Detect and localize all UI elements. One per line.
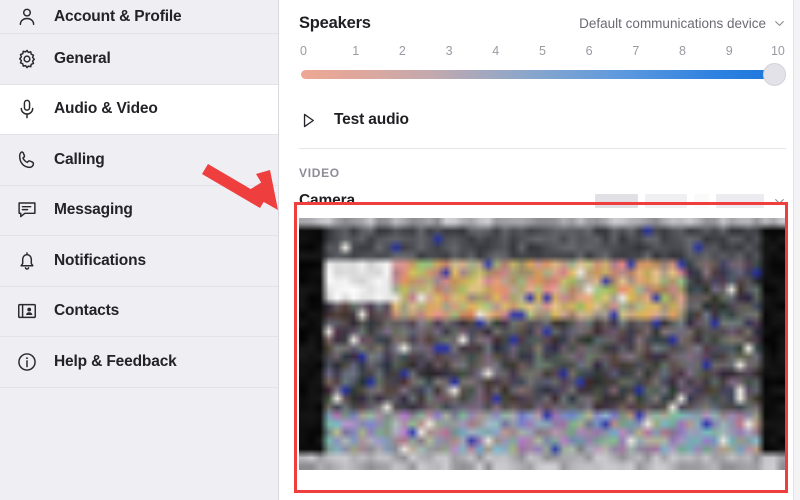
sidebar-item-label: Audio & Video (54, 100, 158, 118)
speakers-title: Speakers (299, 14, 371, 32)
chevron-down-icon (773, 195, 786, 208)
test-audio-label: Test audio (334, 111, 409, 128)
volume-tick: 0 (300, 44, 307, 58)
camera-preview (299, 218, 786, 470)
speaker-device-value: Default communications device (579, 16, 766, 31)
camera-device-dropdown[interactable] (595, 194, 786, 208)
sidebar-item-label: Help & Feedback (54, 352, 177, 370)
volume-tick-labels: 0 1 2 3 4 5 6 7 8 9 10 (299, 44, 786, 58)
sidebar-item-calling[interactable]: Calling (0, 135, 278, 186)
volume-tick: 9 (725, 44, 733, 58)
gear-icon (14, 46, 40, 72)
test-audio-button[interactable]: Test audio (299, 98, 786, 142)
volume-tick: 1 (352, 44, 360, 58)
speaker-volume-slider-group: 0 1 2 3 4 5 6 7 8 9 10 (299, 44, 786, 88)
sidebar-item-label: Notifications (54, 251, 146, 269)
person-icon (14, 4, 40, 30)
sidebar-item-label: Messaging (54, 201, 133, 219)
camera-title: Camera (299, 192, 355, 209)
camera-row: Camera (299, 184, 786, 218)
sidebar-item-contacts[interactable]: Contacts (0, 286, 278, 337)
camera-preview-mosaic (299, 218, 786, 470)
volume-tick: 4 (492, 44, 500, 58)
speakers-header-row: Speakers Default communications device (299, 0, 786, 38)
volume-tick: 7 (632, 44, 640, 58)
settings-sidebar: Account & Profile General Audio & Video (0, 0, 279, 500)
volume-tick: 2 (398, 44, 406, 58)
phone-icon (14, 147, 40, 173)
volume-tick: 5 (538, 44, 546, 58)
info-circle-icon (14, 349, 40, 375)
speaker-device-dropdown[interactable]: Default communications device (579, 16, 786, 31)
sidebar-item-label: Contacts (54, 302, 120, 320)
window-scrollbar[interactable] (793, 0, 800, 500)
contact-card-icon (14, 298, 40, 324)
audio-video-settings-panel: Speakers Default communications device 0… (279, 0, 800, 500)
sidebar-item-label: Account & Profile (54, 7, 182, 25)
volume-tick: 10 (770, 44, 785, 58)
volume-tick: 3 (445, 44, 453, 58)
volume-slider[interactable] (299, 62, 786, 88)
volume-slider-track[interactable] (301, 70, 768, 79)
sidebar-item-general[interactable]: General (0, 34, 278, 85)
sidebar-item-notifications[interactable]: Notifications (0, 236, 278, 287)
sidebar-item-label: Calling (54, 150, 105, 168)
volume-slider-thumb[interactable] (763, 63, 786, 86)
settings-window: Account & Profile General Audio & Video (0, 0, 800, 500)
sidebar-item-help-feedback[interactable]: Help & Feedback (0, 337, 278, 388)
microphone-icon (14, 96, 40, 122)
sidebar-item-audio-video[interactable]: Audio & Video (0, 84, 278, 135)
camera-device-value-redacted (595, 194, 764, 208)
sidebar-item-label: General (54, 49, 111, 67)
video-section-label: VIDEO (299, 166, 340, 180)
bell-icon (14, 248, 40, 274)
play-icon (299, 111, 318, 130)
volume-tick: 8 (679, 44, 686, 58)
sidebar-item-messaging[interactable]: Messaging (0, 185, 278, 236)
sidebar-item-account-profile[interactable]: Account & Profile (0, 0, 278, 34)
chat-bubble-icon (14, 197, 40, 223)
chevron-down-icon (773, 17, 786, 30)
volume-tick: 6 (585, 44, 593, 58)
